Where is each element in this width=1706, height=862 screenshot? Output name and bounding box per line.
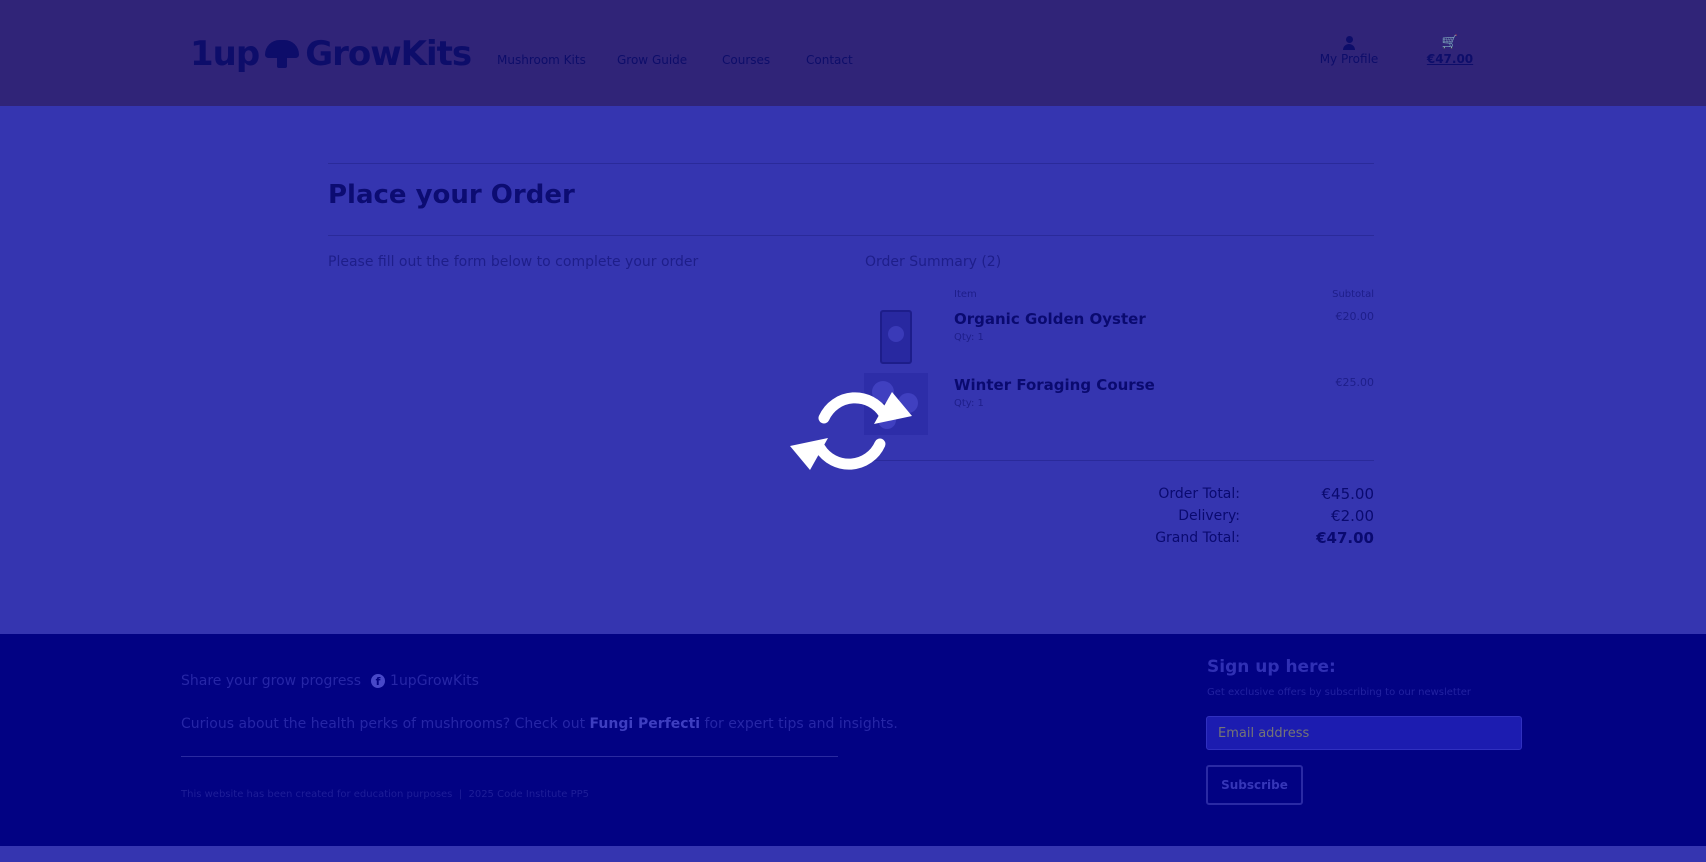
facebook-handle-link[interactable]: 1upGrowKits: [390, 673, 479, 689]
user-icon: [1342, 36, 1356, 50]
site-header: 1up GrowKits Mushroom Kits Grow Guide Co…: [0, 0, 1706, 106]
cart-total: €47.00: [1426, 52, 1474, 66]
column-header-item: Item: [954, 289, 977, 300]
health-perks-text: Curious about the health perks of mushro…: [181, 716, 898, 732]
nav-grow-guide[interactable]: Grow Guide: [617, 53, 687, 67]
email-input[interactable]: [1206, 716, 1522, 750]
nav-contact[interactable]: Contact: [806, 53, 853, 67]
shopping-cart-icon: 🛒: [1441, 35, 1459, 50]
form-intro: Please fill out the form below to comple…: [328, 254, 699, 270]
nav-courses[interactable]: Courses: [722, 53, 770, 67]
order-total-label: Order Total:: [1158, 486, 1240, 502]
cart-link[interactable]: 🛒 €47.00: [1420, 35, 1480, 67]
item-qty: Qty: 1: [954, 332, 984, 343]
signup-title: Sign up here:: [1207, 657, 1336, 677]
item-name: Organic Golden Oyster: [954, 310, 1146, 328]
product-image-golden-oyster: [880, 310, 912, 364]
grand-total-value: €47.00: [1316, 529, 1374, 547]
education-note: This website has been created for educat…: [181, 789, 590, 800]
refresh-icon: [790, 392, 912, 470]
mushroom-icon: [265, 38, 300, 70]
curious-text: Curious about the health perks of mushro…: [181, 716, 586, 732]
item-name: Winter Foraging Course: [954, 376, 1155, 394]
column-header-subtotal: Subtotal: [1332, 289, 1374, 300]
logo-text-growkits: GrowKits: [305, 34, 472, 74]
logo-text-1up: 1up: [190, 34, 260, 74]
divider: [328, 235, 1374, 236]
nav-mushroom-kits[interactable]: Mushroom Kits: [497, 53, 586, 67]
divider: [328, 163, 1374, 164]
delivery-value: €2.00: [1331, 507, 1374, 525]
grand-total-label: Grand Total:: [1155, 530, 1240, 546]
item-price: €20.00: [1335, 310, 1375, 323]
item-qty: Qty: 1: [954, 398, 984, 409]
curious-end: for expert tips and insights.: [704, 716, 898, 732]
page-title: Place your Order: [328, 180, 575, 210]
my-profile-label: My Profile: [1319, 52, 1379, 66]
facebook-icon[interactable]: f: [371, 674, 386, 688]
order-total-value: €45.00: [1321, 485, 1375, 503]
item-price: €25.00: [1335, 376, 1375, 389]
share-line: Share your grow progress f 1upGrowKits: [181, 673, 479, 689]
order-summary-title: Order Summary (2): [865, 254, 1002, 270]
logo[interactable]: 1up GrowKits: [190, 34, 472, 74]
signup-subtitle: Get exclusive offers by subscribing to o…: [1207, 687, 1472, 698]
delivery-label: Delivery:: [1178, 508, 1240, 524]
fungi-perfecti-link[interactable]: Fungi Perfecti: [590, 716, 701, 732]
my-profile-link[interactable]: My Profile: [1316, 36, 1382, 66]
share-text: Share your grow progress: [181, 673, 362, 689]
footer-divider: [181, 756, 838, 757]
divider: [864, 460, 1374, 461]
subscribe-button[interactable]: Subscribe: [1206, 765, 1303, 805]
